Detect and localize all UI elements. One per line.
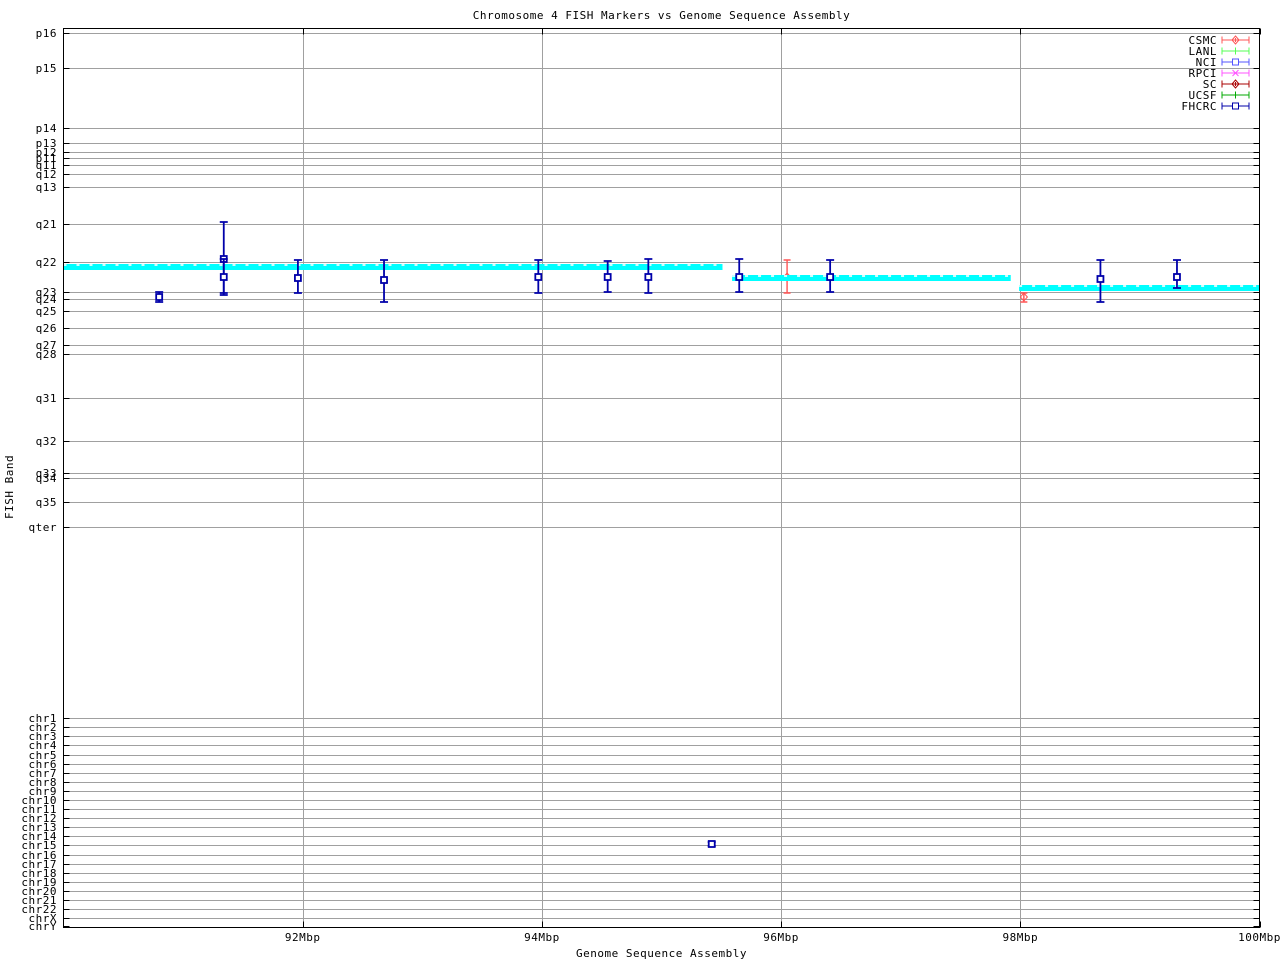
data-point-fhcrc bbox=[735, 258, 744, 293]
series-fhcrc bbox=[155, 221, 1181, 848]
legend: CSMCLANLNCIRPCISCUCSFFHCRC bbox=[1181, 34, 1250, 113]
y-band-label: q31 bbox=[36, 392, 57, 405]
plot-area: p16p15p14p13p12p11q11q12q13q21q22q23q24q… bbox=[21, 27, 1280, 944]
marker-square bbox=[1096, 275, 1105, 283]
y-band-label: p15 bbox=[36, 62, 57, 75]
marker-square bbox=[826, 273, 835, 281]
fish-marker-chart: Chromosome 4 FISH Markers vs Genome Sequ… bbox=[0, 0, 1280, 960]
y-band-label: p14 bbox=[36, 122, 57, 135]
y-band-label: q26 bbox=[36, 322, 57, 335]
y-band-label: chrY bbox=[29, 920, 58, 933]
y-band-label: q22 bbox=[36, 256, 57, 269]
data-point-fhcrc bbox=[155, 291, 164, 303]
legend-label: FHCRC bbox=[1181, 100, 1217, 113]
y-band-label: q35 bbox=[36, 496, 57, 509]
marker-square bbox=[294, 274, 302, 282]
marker-square bbox=[735, 273, 744, 281]
marker-square bbox=[603, 273, 612, 281]
marker-square bbox=[1173, 273, 1181, 281]
marker-square bbox=[534, 273, 543, 281]
legend-entry-fhcrc: FHCRC bbox=[1181, 100, 1250, 113]
y-band-label: q34 bbox=[36, 472, 57, 485]
data-point-csmc bbox=[1019, 292, 1029, 303]
data-point-fhcrc bbox=[707, 840, 716, 848]
y-band-label: q12 bbox=[36, 168, 57, 181]
y-band-label: qter bbox=[29, 521, 58, 534]
marker-square bbox=[707, 840, 716, 848]
marker-square bbox=[219, 273, 228, 281]
assembly-band-line bbox=[63, 264, 1260, 291]
tick-labels: p16p15p14p13p12p11q11q12q13q21q22q23q24q… bbox=[21, 27, 1280, 944]
y-band-label: q21 bbox=[36, 218, 57, 231]
marker-square bbox=[380, 276, 388, 284]
x-tick-label: 100Mbp bbox=[1238, 931, 1280, 944]
marker-square bbox=[155, 293, 164, 301]
marker-plus bbox=[1232, 47, 1239, 55]
x-tick-label: 96Mbp bbox=[763, 931, 799, 944]
y-band-label: q32 bbox=[36, 435, 57, 448]
gridlines bbox=[63, 28, 1260, 928]
y-band-label: q13 bbox=[36, 181, 57, 194]
data-point-fhcrc bbox=[1096, 259, 1105, 303]
marker-square bbox=[644, 273, 653, 281]
data-point-fhcrc bbox=[826, 259, 835, 293]
y-band-label: p16 bbox=[36, 27, 57, 40]
data-point-fhcrc bbox=[1172, 259, 1181, 289]
marker-plus bbox=[1232, 91, 1239, 99]
marker-square bbox=[1232, 102, 1239, 110]
y-band-label: q25 bbox=[36, 305, 57, 318]
y-band-label: q28 bbox=[36, 348, 57, 361]
x-tick-label: 98Mbp bbox=[1002, 931, 1038, 944]
x-tick-label: 92Mbp bbox=[285, 931, 321, 944]
x-tick-label: 94Mbp bbox=[524, 931, 560, 944]
marker-square bbox=[1232, 58, 1239, 66]
